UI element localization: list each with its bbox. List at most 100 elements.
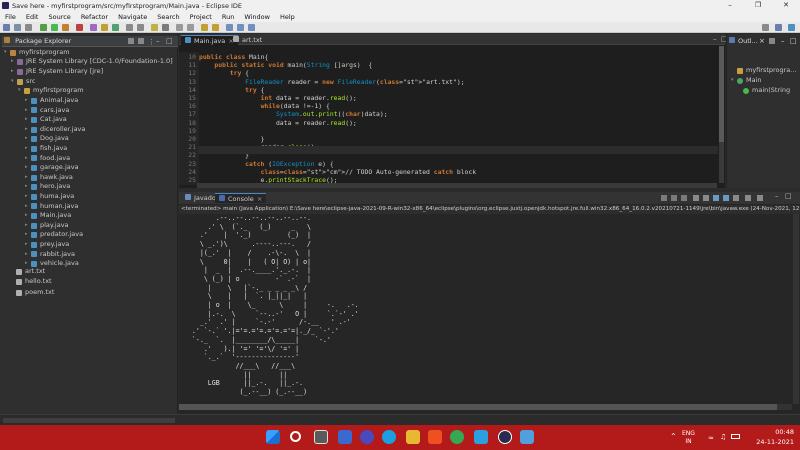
tree-file[interactable]: ▸ cars.java [25, 106, 69, 116]
tree-file[interactable]: ▸ rabbit.java [25, 250, 75, 260]
code-line[interactable]: while(data !=-1) { [199, 102, 330, 110]
run-icon[interactable] [51, 24, 58, 31]
tab-console[interactable]: Console × [215, 193, 267, 203]
menu-source[interactable]: Source [43, 13, 75, 21]
scroll-lock-icon[interactable] [703, 195, 709, 201]
close-console-icon[interactable]: × [257, 195, 262, 203]
tree-file[interactable]: ▸ Animal.java [25, 96, 78, 106]
code-line[interactable]: class=class="st">"cm">// TODO Auto-gener… [199, 168, 477, 176]
console-horizontal-scrollbar[interactable] [179, 404, 792, 410]
volume-icon[interactable]: ♫ [720, 433, 726, 441]
tree-package[interactable]: ▾ myfirstprogram [18, 86, 84, 96]
remove-launch-icon[interactable] [671, 195, 677, 201]
minimize-editor-icon[interactable]: – [713, 35, 717, 43]
pin-console-icon[interactable] [733, 195, 739, 201]
maximize-console-icon[interactable]: □ [785, 192, 792, 200]
menu-project[interactable]: Project [185, 13, 217, 21]
code-line[interactable]: } [199, 135, 265, 143]
tree-file[interactable]: ▸ play.java [25, 221, 69, 231]
display-console-icon[interactable] [745, 195, 751, 201]
launcher-icon[interactable] [474, 430, 488, 444]
maximize-outline-icon[interactable]: □ [790, 36, 797, 46]
java-perspective-icon[interactable] [788, 24, 795, 31]
clock[interactable]: 00:48 24-11-2021 [756, 427, 794, 447]
menu-edit[interactable]: Edit [21, 13, 44, 21]
link-editor-icon[interactable] [138, 38, 144, 44]
search-icon[interactable] [137, 24, 144, 31]
file-explorer-icon[interactable] [406, 430, 420, 444]
tree-lib-jre[interactable]: ▸ JRE System Library [jre] [11, 67, 103, 77]
coverage-icon[interactable] [62, 24, 69, 31]
code-line[interactable]: public static void main(String []args) { [199, 61, 372, 69]
explorer-horizontal-scrollbar[interactable] [3, 418, 175, 423]
scrollbar-thumb[interactable] [719, 46, 724, 142]
teams-chat-icon[interactable] [360, 430, 374, 444]
wifi-icon[interactable]: ≈ [708, 434, 714, 442]
tree-file[interactable]: ▸ hero.java [25, 182, 70, 192]
menu-run[interactable]: Run [217, 13, 239, 21]
menu-navigate[interactable]: Navigate [113, 13, 152, 21]
tree-file[interactable]: ▸ Main.java [25, 211, 71, 221]
tree-file[interactable]: ▸ Dog.java [25, 134, 69, 144]
package-explorer-tab[interactable]: Package Explorer [15, 37, 71, 45]
code-line[interactable]: data = reader.read(); [199, 119, 357, 127]
minimize-outline-icon[interactable]: – [781, 36, 785, 46]
minimize-console-icon[interactable]: – [775, 192, 779, 200]
tree-file[interactable]: ▸ predator.java [25, 230, 83, 240]
new-package-icon[interactable] [101, 24, 108, 31]
clear-console-icon[interactable] [693, 195, 699, 201]
code-line[interactable]: try { [199, 69, 249, 77]
outline-tab[interactable]: Outl... [738, 37, 758, 45]
outline-sort-icon[interactable] [769, 38, 775, 44]
close-button[interactable]: ✕ [772, 0, 800, 11]
annotation-icon[interactable] [151, 24, 158, 31]
show-hidden-icons[interactable]: ⌃ [670, 432, 677, 441]
menu-file[interactable]: File [0, 13, 21, 21]
eclipse-taskbar-icon[interactable] [498, 430, 512, 444]
task-view-icon[interactable] [314, 430, 328, 444]
tree-file[interactable]: ▸ huma.java [25, 192, 74, 202]
view-menu-icon[interactable]: ⋮ [148, 37, 155, 47]
search-toolbar-icon[interactable] [762, 24, 769, 31]
prev-annotation-icon[interactable] [212, 24, 219, 31]
terminate-icon[interactable] [661, 195, 667, 201]
tree-file[interactable]: ▸ human.java [25, 202, 78, 212]
last-edit-icon[interactable] [226, 24, 233, 31]
save-icon[interactable] [14, 24, 21, 31]
console-vertical-scrollbar[interactable] [793, 214, 799, 404]
back-icon[interactable] [237, 24, 244, 31]
outline-class[interactable]: ▾ Main [731, 76, 762, 86]
new-class-icon[interactable] [112, 24, 119, 31]
tree-file[interactable]: ▸ food.java [25, 154, 70, 164]
word-wrap-icon[interactable] [713, 195, 719, 201]
close-outline-icon[interactable]: × [759, 36, 765, 46]
menu-window[interactable]: Window [239, 13, 275, 21]
open-type-icon[interactable] [126, 24, 133, 31]
tree-file[interactable]: ▸ garage.java [25, 163, 79, 173]
tree-root-file[interactable]: hello.txt [16, 277, 52, 287]
menu-help[interactable]: Help [275, 13, 300, 21]
breadcrumb-icon[interactable] [187, 24, 194, 31]
widgets-icon[interactable] [338, 430, 352, 444]
tree-root-file[interactable]: art.txt [16, 267, 45, 277]
pin-icon[interactable] [162, 24, 169, 31]
start-button-icon[interactable] [266, 430, 280, 444]
code-line[interactable]: System.out.print((char)data); [199, 110, 388, 118]
console-scrollbar-thumb[interactable] [179, 404, 777, 410]
editor-horizontal-scrollbar[interactable] [197, 183, 717, 188]
external-tools-icon[interactable] [76, 24, 83, 31]
tree-file[interactable]: ▸ fish.java [25, 144, 67, 154]
notepad-icon[interactable] [520, 430, 534, 444]
search-taskbar-icon[interactable] [290, 431, 301, 442]
remove-all-icon[interactable] [681, 195, 687, 201]
language-indicator[interactable]: ENG IN [682, 430, 695, 446]
next-annotation-icon[interactable] [201, 24, 208, 31]
tree-lib-cdc[interactable]: ▸ JRE System Library [CDC-1.0/Foundation-… [11, 57, 173, 67]
debug-icon[interactable] [40, 24, 47, 31]
toggle-mark-icon[interactable] [176, 24, 183, 31]
maximize-view-icon[interactable]: □ [166, 36, 173, 46]
code-line[interactable]: public class Main{ [199, 53, 268, 61]
tree-file[interactable]: ▸ prey.java [25, 240, 69, 250]
battery-icon[interactable] [731, 434, 740, 439]
tab-art-txt[interactable]: art.txt [229, 35, 266, 45]
